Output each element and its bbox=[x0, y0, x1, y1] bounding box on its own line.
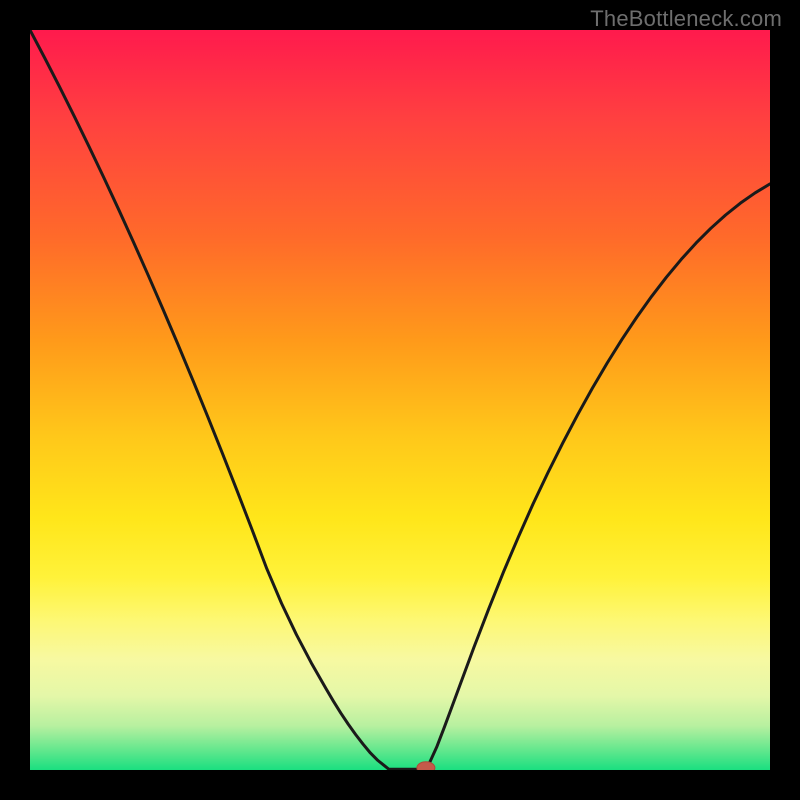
chart-frame: TheBottleneck.com bbox=[0, 0, 800, 800]
minimum-marker bbox=[417, 762, 435, 770]
watermark-label: TheBottleneck.com bbox=[590, 6, 782, 32]
plot-area bbox=[30, 30, 770, 770]
curve-path bbox=[30, 30, 770, 769]
bottleneck-curve bbox=[30, 30, 770, 770]
